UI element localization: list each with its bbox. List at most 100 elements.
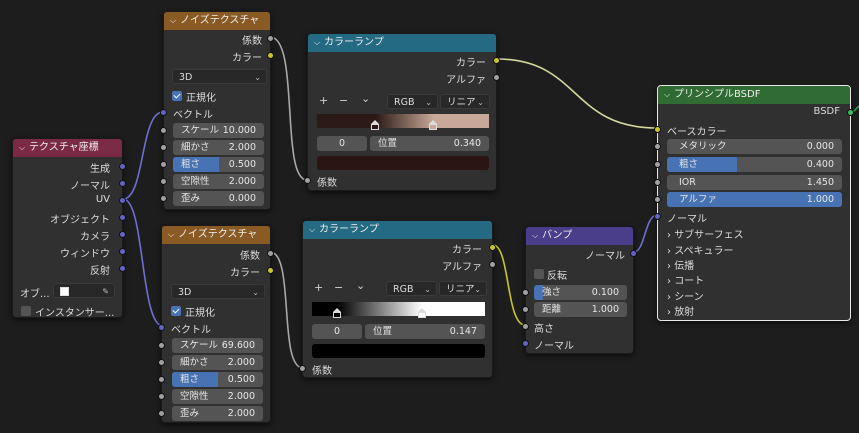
- input-socket[interactable]: [158, 376, 165, 383]
- add-stop-button[interactable]: +: [314, 281, 323, 294]
- input-socket[interactable]: [158, 410, 165, 417]
- remove-stop-button[interactable]: −: [339, 94, 348, 107]
- panel-subsurface[interactable]: › サブサーフェス: [667, 226, 744, 241]
- ramp-menu-chevron-icon[interactable]: ⌄: [361, 92, 370, 105]
- input-socket[interactable]: [160, 161, 167, 168]
- output-socket[interactable]: [267, 35, 274, 42]
- output-socket[interactable]: [267, 250, 274, 257]
- input-socket[interactable]: [158, 359, 165, 366]
- noise-texture-node-1[interactable]: ⌵ ノイズテクスチャ 係数 カラー 3D ⌄ 正規化 ベクトル スケール 10.000…: [160, 11, 274, 210]
- lacunarity-field[interactable]: 空隙性 2.000: [172, 389, 263, 404]
- color-ramp-node-1[interactable]: ⌵ カラーランプ カラー アルファ + − ⌄ RGB ⌄ リニア ⌄ 0 位置 0.3…: [304, 33, 500, 191]
- output-socket[interactable]: [119, 197, 126, 204]
- input-socket[interactable]: [158, 324, 165, 331]
- output-socket[interactable]: [847, 109, 854, 116]
- input-socket[interactable]: [299, 365, 306, 372]
- from-instancer-checkbox[interactable]: [21, 306, 31, 316]
- output-socket[interactable]: [119, 163, 126, 170]
- color-stop-marker[interactable]: [429, 120, 437, 133]
- interpolation-dropdown[interactable]: リニア ⌄: [439, 281, 487, 296]
- input-socket[interactable]: [522, 306, 529, 313]
- lacunarity-field[interactable]: 空隙性 2.000: [173, 174, 264, 189]
- chevron-down-icon[interactable]: ⌵: [170, 12, 180, 30]
- output-socket[interactable]: [267, 52, 274, 59]
- dimensions-dropdown[interactable]: 3D ⌄: [172, 69, 267, 84]
- normalize-checkbox[interactable]: [172, 91, 182, 101]
- chevron-down-icon[interactable]: ⌵: [168, 226, 178, 244]
- input-socket[interactable]: [158, 342, 165, 349]
- panel-emission[interactable]: › 放射: [667, 303, 694, 318]
- position-field[interactable]: 位置 0.147: [365, 324, 485, 339]
- chevron-down-icon[interactable]: ⌵: [19, 139, 29, 157]
- input-socket[interactable]: [160, 195, 167, 202]
- output-socket[interactable]: [493, 57, 500, 64]
- input-socket[interactable]: [654, 213, 661, 220]
- output-socket[interactable]: [119, 248, 126, 255]
- input-socket[interactable]: [654, 179, 661, 186]
- bump-node[interactable]: ⌵ バンプ ノーマル 反転 強さ 0.100 距離 1.000 高さ ノーマル: [522, 226, 637, 354]
- ramp-menu-chevron-icon[interactable]: ⌄: [356, 279, 365, 292]
- color-mode-dropdown[interactable]: RGB ⌄: [386, 281, 437, 296]
- node-header[interactable]: ⌵ カラーランプ: [308, 34, 496, 52]
- active-stop-index[interactable]: 0: [317, 136, 367, 151]
- noise-texture-node-2[interactable]: ⌵ ノイズテクスチャ 係数 カラー 3D ⌄ 正規化 ベクトル スケール 69.600…: [158, 225, 274, 423]
- node-header[interactable]: ⌵ ノイズテクスチャ: [162, 226, 270, 244]
- roughness-field[interactable]: 粗さ 0.500: [172, 372, 263, 387]
- color-stop-marker[interactable]: [371, 120, 379, 133]
- node-header[interactable]: ⌵ プリンシプルBSDF: [658, 86, 850, 104]
- node-header[interactable]: ⌵ バンプ: [526, 227, 633, 245]
- input-socket[interactable]: [304, 177, 311, 184]
- output-socket[interactable]: [489, 244, 496, 251]
- dimensions-dropdown[interactable]: 3D ⌄: [171, 284, 265, 299]
- scale-field[interactable]: スケール 69.600: [172, 338, 263, 353]
- input-socket[interactable]: [654, 161, 661, 168]
- output-socket[interactable]: [119, 265, 126, 272]
- input-socket[interactable]: [160, 109, 167, 116]
- alpha-field[interactable]: アルファ 1.000: [667, 192, 842, 207]
- eyedropper-icon[interactable]: ✎: [102, 284, 109, 299]
- input-socket[interactable]: [522, 340, 529, 347]
- output-socket[interactable]: [630, 250, 637, 257]
- roughness-field[interactable]: 粗さ 0.500: [173, 157, 264, 172]
- detail-field[interactable]: 細かさ 2.000: [172, 355, 263, 370]
- detail-field[interactable]: 細かさ 2.000: [173, 140, 264, 155]
- output-socket[interactable]: [119, 214, 126, 221]
- chevron-down-icon[interactable]: ⌵: [309, 221, 319, 239]
- interpolation-dropdown[interactable]: リニア ⌄: [440, 94, 490, 109]
- node-header[interactable]: ⌵ カラーランプ: [303, 221, 492, 239]
- color-stop-marker[interactable]: [418, 308, 426, 321]
- normalize-checkbox[interactable]: [171, 306, 181, 316]
- output-socket[interactable]: [119, 231, 126, 238]
- panel-transmission[interactable]: › 伝播: [667, 257, 694, 272]
- panel-sheen[interactable]: › シーン: [667, 288, 704, 303]
- input-socket[interactable]: [522, 323, 529, 330]
- ior-field[interactable]: IOR 1.450: [667, 175, 842, 190]
- chevron-down-icon[interactable]: ⌵: [532, 227, 542, 245]
- input-socket[interactable]: [160, 178, 167, 185]
- distance-field[interactable]: 距離 1.000: [534, 302, 627, 317]
- input-socket[interactable]: [654, 196, 661, 203]
- object-picker[interactable]: ✎: [53, 283, 115, 298]
- distortion-field[interactable]: 歪み 2.000: [172, 406, 263, 421]
- color-mode-dropdown[interactable]: RGB ⌄: [387, 94, 438, 109]
- stop-color-swatch[interactable]: [312, 344, 485, 358]
- input-socket[interactable]: [522, 289, 529, 296]
- distortion-field[interactable]: 歪み 0.000: [173, 191, 264, 206]
- color-ramp-node-2[interactable]: ⌵ カラーランプ カラー アルファ + − ⌄ RGB ⌄ リニア ⌄ 0 位置 0.1…: [299, 220, 496, 378]
- color-ramp-gradient[interactable]: [317, 114, 489, 128]
- principled-bsdf-node[interactable]: ⌵ プリンシプルBSDF BSDF ベースカラー メタリック 0.000 粗さ 0.4…: [654, 85, 854, 321]
- node-header[interactable]: ⌵ テクスチャ座標: [13, 139, 122, 157]
- metallic-field[interactable]: メタリック 0.000: [667, 139, 842, 154]
- input-socket[interactable]: [160, 144, 167, 151]
- invert-checkbox[interactable]: [534, 269, 544, 279]
- remove-stop-button[interactable]: −: [334, 281, 343, 294]
- panel-specular[interactable]: › スペキュラー: [667, 242, 734, 257]
- active-stop-index[interactable]: 0: [312, 324, 362, 339]
- panel-coat[interactable]: › コート: [667, 272, 704, 287]
- node-header[interactable]: ⌵ ノイズテクスチャ: [164, 12, 270, 30]
- position-field[interactable]: 位置 0.340: [370, 136, 489, 151]
- stop-color-swatch[interactable]: [317, 156, 489, 170]
- input-socket[interactable]: [160, 127, 167, 134]
- chevron-down-icon[interactable]: ⌵: [664, 86, 674, 104]
- input-socket[interactable]: [654, 126, 661, 133]
